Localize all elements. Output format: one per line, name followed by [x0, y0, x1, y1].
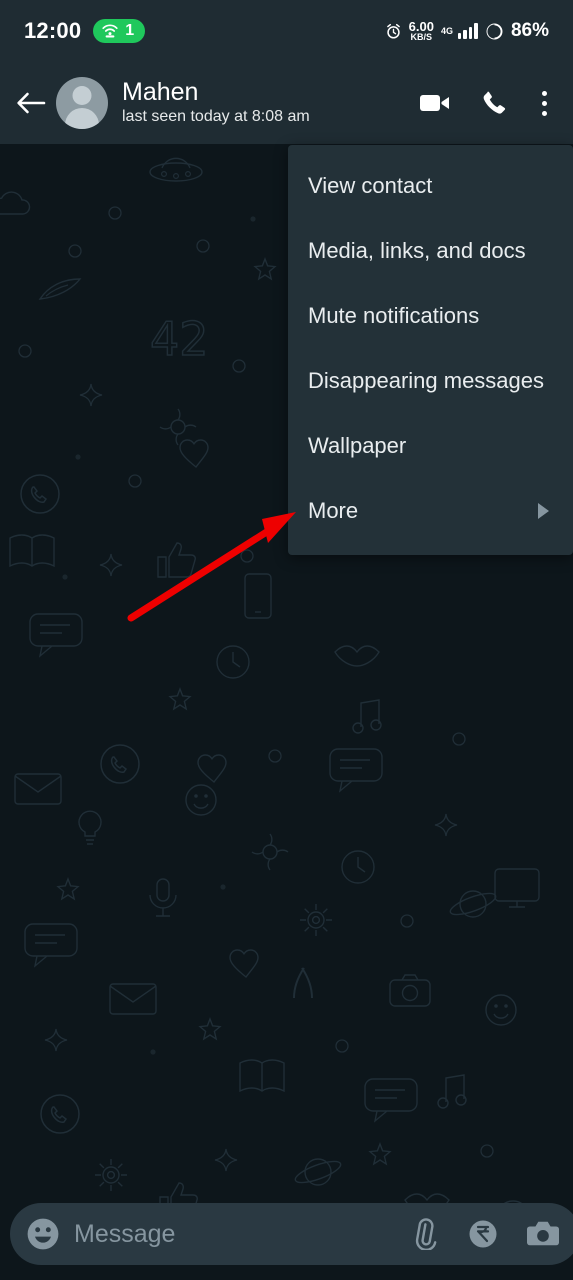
more-options-icon-dot: [542, 100, 547, 106]
more-options-button[interactable]: [534, 87, 555, 120]
video-call-icon: [420, 95, 449, 111]
menu-item-label: View contact: [308, 172, 433, 198]
message-input-container[interactable]: [10, 1203, 573, 1265]
battery-circle-icon: [486, 23, 503, 39]
back-button[interactable]: [8, 80, 54, 126]
payment-button[interactable]: [466, 1217, 500, 1251]
search-input message-input[interactable]: [74, 1219, 396, 1249]
voice-call-button[interactable]: [476, 86, 510, 120]
battery-percentage: 86%: [510, 20, 549, 41]
menu-item-view-contact[interactable]: View contact: [288, 153, 573, 218]
network-type-indicator: 4G: [440, 25, 453, 36]
attach-button[interactable]: [406, 1217, 440, 1251]
chat-app-bar: Mahen last seen today at 8:08 am: [0, 62, 573, 144]
composer-action-icons: [406, 1217, 560, 1251]
menu-item-wallpaper[interactable]: Wallpaper: [288, 413, 573, 478]
menu-item-disappearing-messages[interactable]: Disappearing messages: [288, 348, 573, 413]
status-bar-right: 6.00 KB/S 4G 86%: [385, 20, 549, 42]
attach-paperclip-icon: [415, 1218, 437, 1250]
more-options-icon: [542, 90, 547, 96]
menu-item-mute-notifications[interactable]: Mute notifications: [288, 283, 573, 348]
hotspot-icon: [102, 24, 118, 38]
status-bar: 12:00 1 6.00 KB/S 4G 86%: [0, 0, 573, 62]
menu-item-label: Media, links, and docs: [308, 237, 526, 263]
status-bar-left: 12:00 1: [24, 18, 146, 44]
emoji-icon[interactable]: [26, 1217, 60, 1251]
message-composer-bar: [0, 1194, 573, 1280]
menu-item-label: Wallpaper: [308, 432, 407, 458]
whatsapp-chat-screen: 12:00 1 6.00 KB/S 4G 86% Mahen last seen…: [0, 0, 573, 1280]
camera-icon: [527, 1221, 559, 1246]
rupee-payment-icon: [469, 1220, 497, 1248]
contact-name: Mahen: [122, 77, 199, 106]
menu-item-more[interactable]: More: [288, 478, 573, 543]
status-bar-clock: 12:00: [24, 18, 82, 43]
contact-header-text[interactable]: Mahen last seen today at 8:08 am: [122, 78, 418, 129]
menu-item-label: More: [308, 497, 359, 523]
signal-bars-icon: [457, 23, 478, 39]
more-options-icon-dot: [542, 110, 547, 116]
video-call-button[interactable]: [418, 86, 452, 120]
camera-button[interactable]: [526, 1217, 560, 1251]
network-speed-unit: KB/S: [410, 32, 433, 42]
hotspot-badge: 1: [93, 19, 146, 43]
alarm-clock-icon: [386, 23, 400, 39]
menu-item-label: Mute notifications: [308, 302, 480, 328]
hotspot-device-count: 1: [125, 22, 135, 39]
chevron-right-icon: [538, 502, 549, 519]
app-bar-actions: [418, 86, 555, 120]
back-arrow-icon: [17, 92, 46, 114]
menu-item-media-links-docs[interactable]: Media, links, and docs: [288, 218, 573, 283]
contact-last-seen: last seen today at 8:08 am: [122, 108, 310, 126]
menu-item-label: Disappearing messages: [308, 367, 545, 393]
network-speed-indicator: 6.00 KB/S: [409, 20, 434, 42]
overflow-menu-popup: View contact Media, links, and docs Mute…: [288, 145, 573, 555]
phone-call-icon: [483, 91, 505, 114]
avatar[interactable]: [56, 77, 108, 129]
network-type-label: 4G: [440, 25, 453, 36]
